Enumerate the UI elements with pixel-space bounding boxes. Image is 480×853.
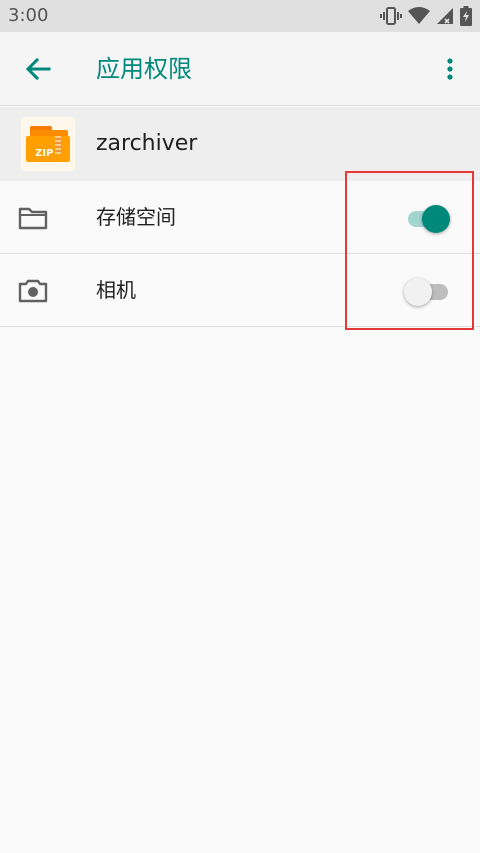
battery-charging-icon xyxy=(460,6,472,26)
signal-icon xyxy=(436,7,454,25)
vibrate-icon xyxy=(380,7,402,25)
zip-icon-text: ZIP xyxy=(35,148,53,159)
wifi-icon xyxy=(408,7,430,25)
folder-icon xyxy=(18,205,48,231)
permission-label-camera: 相机 xyxy=(96,278,136,302)
camera-icon xyxy=(18,278,48,304)
status-icons xyxy=(380,6,472,26)
app-name: zarchiver xyxy=(96,131,198,156)
camera-permission-switch[interactable] xyxy=(404,276,454,306)
permission-row-camera[interactable]: 相机 xyxy=(0,254,480,327)
arrow-back-icon xyxy=(25,57,51,81)
zip-folder-icon: ZIP xyxy=(21,117,75,171)
permission-row-storage[interactable]: 存储空间 xyxy=(0,181,480,254)
app-bar: 应用权限 xyxy=(0,32,480,106)
more-options-button[interactable] xyxy=(436,52,464,86)
status-bar: 3:00 xyxy=(0,0,480,32)
status-time: 3:00 xyxy=(8,5,49,26)
page-title: 应用权限 xyxy=(96,55,192,83)
more-vert-icon xyxy=(447,58,453,80)
switch-thumb xyxy=(422,205,450,233)
app-info-header: ZIP zarchiver xyxy=(0,107,480,181)
storage-permission-switch[interactable] xyxy=(404,203,454,233)
switch-thumb xyxy=(404,278,432,306)
permission-label-storage: 存储空间 xyxy=(96,205,176,229)
back-button[interactable] xyxy=(18,52,58,86)
